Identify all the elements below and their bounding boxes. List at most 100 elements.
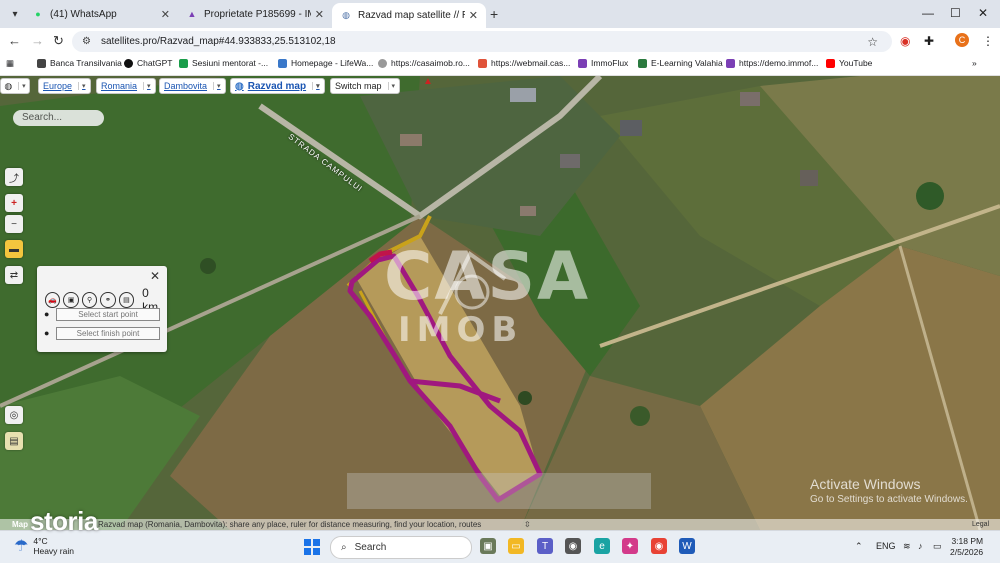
site-info-icon[interactable]: ⚙ (82, 36, 91, 47)
windows-taskbar: storia ☂ 4°C Heavy rain ⌕ Search ▣ ▭ T ◉… (0, 506, 1000, 563)
bookmark-lifeway[interactable]: Homepage - LifeWa... (278, 58, 373, 68)
chevron-down-icon: ▾ (312, 82, 320, 90)
tab-razvad-map[interactable]: ◍ Razvad map satellite // Roman ✕ (332, 3, 486, 28)
back-icon[interactable]: ← (8, 33, 21, 48)
close-window-icon[interactable]: ✕ (978, 6, 988, 20)
profile-avatar[interactable]: C (955, 33, 969, 47)
battery-icon[interactable]: ▭ (933, 541, 942, 552)
bookmark-sesiuni-mentorat[interactable]: Sesiuni mentorat -... (179, 58, 268, 68)
map-search-input[interactable]: Search... (13, 110, 104, 126)
bookmark-label: ImmoFlux (591, 58, 629, 68)
word-icon[interactable]: W (679, 538, 695, 554)
bookmark-demo-immoflux[interactable]: https://demo.immof... (726, 58, 818, 68)
my-location-icon[interactable]: ◎ (5, 406, 23, 424)
extensions-icon[interactable]: ✚ (924, 34, 934, 48)
drive-icon (179, 58, 188, 68)
chevron-icon[interactable]: ⇳ (524, 519, 531, 530)
close-icon[interactable]: ✕ (161, 8, 170, 21)
bookmark-chatgpt[interactable]: ChatGPT (124, 58, 172, 68)
wifi-icon[interactable]: ≋ (903, 541, 911, 552)
apps-grid-icon[interactable]: ▦ (6, 58, 14, 69)
truck-icon[interactable]: ▤ (118, 292, 135, 308)
satellite-map[interactable]: STRADA CAMPULUI ◍ ▾ Europe ▾ Romania ▾ Damb… (0, 76, 1000, 530)
address-bar[interactable]: ⚙ satellites.pro/Razvad_map#44.933833,25… (72, 31, 892, 52)
weather-condition: Heavy rain (33, 546, 74, 556)
bus-icon[interactable]: ▣ (63, 292, 79, 308)
map-home-globe-icon[interactable]: ◍ ▾ (0, 78, 30, 94)
camera-icon[interactable]: ◉ (565, 538, 581, 554)
maximize-icon[interactable]: ☐ (950, 6, 961, 20)
bookmark-immoflux[interactable]: ImmoFlux (578, 58, 628, 68)
taskbar-search[interactable]: ⌕ Search (330, 536, 472, 559)
breadcrumb-europe[interactable]: Europe ▾ (38, 78, 91, 94)
bike-icon[interactable]: ⚭ (100, 292, 116, 308)
breadcrumb-label: Romania (101, 81, 138, 91)
close-icon[interactable]: ✕ (469, 9, 478, 22)
language-indicator[interactable]: ENG (876, 541, 896, 551)
ruler-icon[interactable]: ▬ (5, 240, 23, 258)
bookmark-label: YouTube (839, 58, 873, 68)
menu-kebab-icon[interactable]: ⋮ (982, 34, 994, 48)
legal-link[interactable]: Legal (972, 519, 989, 530)
bookmark-casaimob[interactable]: https://casaimob.ro... (378, 58, 470, 68)
widgets-icon[interactable]: ▣ (480, 538, 496, 554)
tab-immoflux[interactable]: ▲ Proprietate P185699 - IMMOFLU ✕ (178, 3, 332, 25)
globe-icon (378, 58, 387, 68)
share-icon[interactable]: ⤴ (5, 168, 23, 186)
start-point-input[interactable] (56, 307, 160, 321)
zoom-out-button[interactable]: − (5, 215, 23, 233)
bookmark-youtube[interactable]: YouTube (826, 58, 872, 68)
new-tab-button[interactable]: + (490, 6, 498, 22)
walk-icon[interactable]: ⚲ (81, 292, 98, 308)
elearning-icon (638, 58, 647, 68)
close-icon[interactable]: ✕ (150, 269, 160, 283)
close-icon[interactable]: ✕ (315, 8, 324, 21)
youtube-icon (826, 58, 835, 68)
finish-point-input[interactable] (56, 326, 160, 340)
bookmark-star-icon[interactable]: ☆ (867, 35, 878, 49)
immoflux-icon (578, 58, 587, 68)
show-hidden-icons-chevron-icon[interactable]: ⌃ (855, 541, 863, 552)
zoom-in-button[interactable]: + (5, 194, 23, 212)
breadcrumb-label: Dambovita (164, 81, 208, 91)
search-icon: ⌕ (341, 542, 347, 553)
more-bookmarks-icon[interactable]: » (972, 58, 977, 68)
car-icon[interactable]: 🚗 (45, 292, 61, 308)
breadcrumb-razvad-map[interactable]: ◍ Razvad map ▾ (230, 78, 325, 94)
bookmark-webmail[interactable]: https://webmail.cas... (478, 58, 570, 68)
system-clock[interactable]: 3:18 PM 2/5/2026 (950, 536, 983, 558)
route-icon[interactable]: ⇄ (5, 266, 23, 284)
breadcrumb-dambovita[interactable]: Dambovita ▾ (159, 78, 226, 94)
file-explorer-icon[interactable]: ▭ (508, 538, 524, 554)
forward-icon[interactable]: → (31, 33, 44, 48)
bookmark-label: https://casaimob.ro... (391, 58, 470, 68)
windows-start-icon[interactable] (304, 539, 320, 555)
bookmark-label: https://webmail.cas... (491, 58, 571, 68)
map-layer-icon[interactable]: ▤ (5, 432, 23, 450)
bookmark-elearning[interactable]: E-Learning Valahia (638, 58, 723, 68)
url-text[interactable]: satellites.pro/Razvad_map#44.933833,25.5… (101, 36, 336, 47)
breadcrumb-romania[interactable]: Romania ▾ (96, 78, 156, 94)
weather-temperature: 4°C (33, 536, 48, 546)
tab-label: (41) WhatsApp (50, 8, 117, 20)
rain-cloud-icon: ☂ (14, 538, 29, 555)
minimize-icon[interactable]: — (922, 6, 934, 20)
chevron-down-icon: ▾ (18, 82, 26, 90)
chrome-icon[interactable]: ◉ (651, 538, 667, 554)
teams-icon[interactable]: T (537, 538, 553, 554)
chevron-down-icon: ▾ (213, 82, 221, 90)
edge-icon[interactable]: e (594, 538, 610, 554)
bookmarks-bar: ▦ Banca Transilvania ChatGPT Sesiuni men… (0, 55, 1000, 76)
tab-whatsapp[interactable]: ● (41) WhatsApp ✕ (24, 3, 178, 25)
tab-list-chevron-icon[interactable]: ▾ (6, 5, 24, 23)
volume-icon[interactable]: ♪ (918, 541, 923, 551)
reload-icon[interactable]: ↻ (53, 33, 64, 49)
bookmark-banca-transilvania[interactable]: Banca Transilvania (37, 58, 122, 68)
lifeway-icon (278, 58, 287, 68)
location-marker-icon[interactable]: ▲ (423, 76, 433, 87)
map-overlay-panel (347, 473, 651, 509)
switch-map-button[interactable]: Switch map ▾ (330, 78, 401, 94)
weather-widget[interactable]: ☂ 4°C Heavy rain (14, 536, 74, 556)
copilot-icon[interactable]: ✦ (622, 538, 638, 554)
extension-red-icon[interactable]: ◉ (900, 34, 910, 48)
